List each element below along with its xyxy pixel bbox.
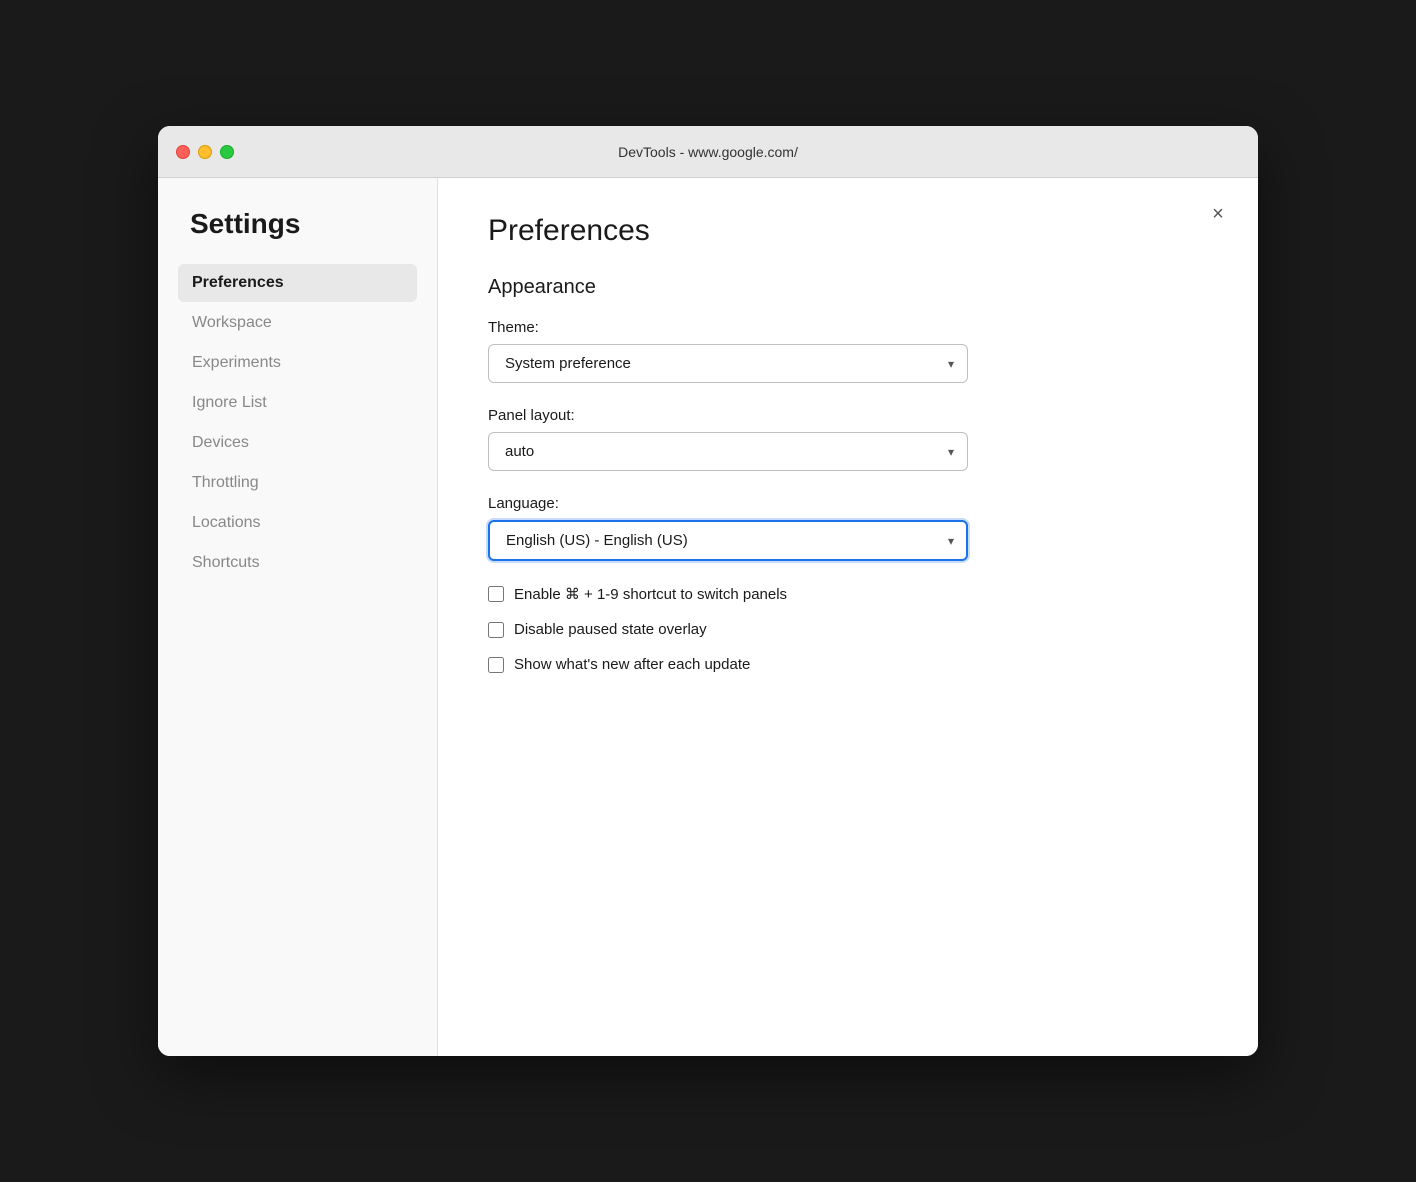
- section-appearance-title: Appearance: [488, 276, 1208, 299]
- whats-new-checkbox[interactable]: [488, 657, 504, 673]
- panel-layout-group: Panel layout: auto horizontal vertical ▾: [488, 407, 1208, 471]
- sidebar-item-workspace[interactable]: Workspace: [178, 304, 417, 342]
- theme-label: Theme:: [488, 319, 1208, 336]
- theme-select-wrapper: System preference Light Dark ▾: [488, 344, 968, 383]
- sidebar-item-throttling[interactable]: Throttling: [178, 464, 417, 502]
- theme-group: Theme: System preference Light Dark ▾: [488, 319, 1208, 383]
- switch-panels-label[interactable]: Enable ⌘ + 1-9 shortcut to switch panels: [514, 585, 787, 603]
- sidebar-item-devices[interactable]: Devices: [178, 424, 417, 462]
- panel-layout-select[interactable]: auto horizontal vertical: [488, 432, 968, 471]
- sidebar-item-ignore-list[interactable]: Ignore List: [178, 384, 417, 422]
- checkbox-whats-new: Show what's new after each update: [488, 656, 1208, 673]
- sidebar-item-preferences[interactable]: Preferences: [178, 264, 417, 302]
- close-button[interactable]: ×: [1202, 198, 1234, 230]
- devtools-window: DevTools - www.google.com/ Settings Pref…: [158, 126, 1258, 1056]
- sidebar: Settings Preferences Workspace Experimen…: [158, 178, 438, 1056]
- sidebar-item-shortcuts[interactable]: Shortcuts: [178, 544, 417, 582]
- maximize-traffic-light[interactable]: [220, 145, 234, 159]
- whats-new-label[interactable]: Show what's new after each update: [514, 656, 750, 673]
- checkbox-switch-panels: Enable ⌘ + 1-9 shortcut to switch panels: [488, 585, 1208, 603]
- language-label: Language:: [488, 495, 1208, 512]
- minimize-traffic-light[interactable]: [198, 145, 212, 159]
- window-body: Settings Preferences Workspace Experimen…: [158, 178, 1258, 1056]
- page-title: Preferences: [488, 214, 1208, 248]
- close-traffic-light[interactable]: [176, 145, 190, 159]
- titlebar: DevTools - www.google.com/: [158, 126, 1258, 178]
- language-select[interactable]: English (US) - English (US): [488, 520, 968, 561]
- sidebar-item-locations[interactable]: Locations: [178, 504, 417, 542]
- panel-layout-label: Panel layout:: [488, 407, 1208, 424]
- titlebar-title: DevTools - www.google.com/: [618, 144, 798, 160]
- sidebar-heading: Settings: [178, 208, 417, 240]
- sidebar-item-experiments[interactable]: Experiments: [178, 344, 417, 382]
- checkbox-paused-state: Disable paused state overlay: [488, 621, 1208, 638]
- theme-select[interactable]: System preference Light Dark: [488, 344, 968, 383]
- main-content: × Preferences Appearance Theme: System p…: [438, 178, 1258, 1056]
- traffic-lights: [176, 145, 234, 159]
- language-select-wrapper: English (US) - English (US) ▾: [488, 520, 968, 561]
- language-group: Language: English (US) - English (US) ▾: [488, 495, 1208, 561]
- paused-state-checkbox[interactable]: [488, 622, 504, 638]
- switch-panels-checkbox[interactable]: [488, 586, 504, 602]
- panel-layout-select-wrapper: auto horizontal vertical ▾: [488, 432, 968, 471]
- paused-state-label[interactable]: Disable paused state overlay: [514, 621, 707, 638]
